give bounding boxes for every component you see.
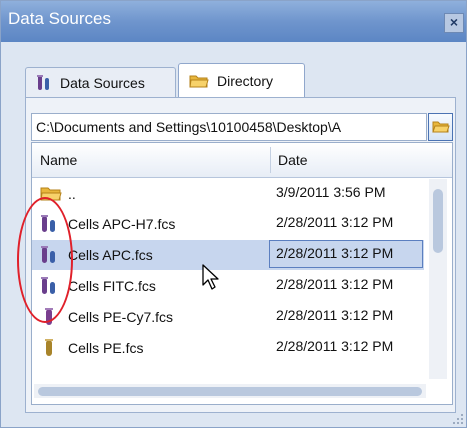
title-bar: Data Sources × <box>1 1 466 42</box>
browse-folder-button[interactable] <box>428 113 453 141</box>
window-title: Data Sources <box>8 9 111 28</box>
tab-label: Data Sources <box>60 74 145 91</box>
horizontal-scrollbar[interactable] <box>34 384 426 398</box>
column-divider[interactable] <box>270 147 271 173</box>
resize-grip-icon[interactable] <box>452 413 464 425</box>
tab-data-sources[interactable]: Data Sources <box>25 67 176 97</box>
horizontal-scroll-thumb[interactable] <box>38 387 422 396</box>
file-date: 3/9/2011 3:56 PM <box>276 184 386 200</box>
vertical-scrollbar[interactable] <box>429 179 447 379</box>
red-circle-annotation <box>17 197 73 323</box>
list-item-selected[interactable]: Cells APC.fcs 2/28/2011 3:12 PM <box>32 240 424 270</box>
single-tube-icon <box>45 339 53 356</box>
list-item[interactable]: Cells APC-H7.fcs 2/28/2011 3:12 PM <box>32 209 424 239</box>
test-tube-icon <box>37 74 49 90</box>
file-name: .. <box>68 186 76 202</box>
list-item[interactable]: .. 3/9/2011 3:56 PM <box>32 179 424 209</box>
folder-open-icon <box>431 121 450 133</box>
close-button[interactable]: × <box>444 13 464 33</box>
folder-icon <box>189 75 209 87</box>
file-name: Cells PE.fcs <box>68 340 144 356</box>
tab-directory[interactable]: Directory <box>178 63 305 97</box>
column-header-name[interactable]: Name <box>40 152 77 168</box>
column-header-date[interactable]: Date <box>278 152 308 168</box>
file-name: Cells FITC.fcs <box>68 278 156 294</box>
mouse-pointer-icon <box>202 264 219 290</box>
close-icon: × <box>449 14 459 30</box>
file-date: 2/28/2011 3:12 PM <box>276 338 394 354</box>
path-field[interactable]: C:\Documents and Settings\10100458\Deskt… <box>31 113 427 141</box>
file-date: 2/28/2011 3:12 PM <box>276 307 394 323</box>
file-name: Cells APC-H7.fcs <box>68 216 176 232</box>
file-list: Name Date .. 3/9/2011 3:56 PM Cells APC-… <box>31 142 453 405</box>
file-name: Cells APC.fcs <box>68 247 153 263</box>
data-sources-panel: Data Sources × Data Sources Directory C:… <box>0 0 467 428</box>
file-date: 2/28/2011 3:12 PM <box>276 214 394 230</box>
file-date: 2/28/2011 3:12 PM <box>276 276 394 292</box>
list-item[interactable]: Cells FITC.fcs 2/28/2011 3:12 PM <box>32 271 424 301</box>
file-date: 2/28/2011 3:12 PM <box>276 245 394 261</box>
list-item[interactable]: Cells PE-Cy7.fcs 2/28/2011 3:12 PM <box>32 302 424 332</box>
file-name: Cells PE-Cy7.fcs <box>68 309 174 325</box>
vertical-scroll-thumb[interactable] <box>433 189 443 253</box>
list-item[interactable]: Cells PE.fcs 2/28/2011 3:12 PM <box>32 333 424 363</box>
list-header: Name Date <box>32 143 452 178</box>
tab-label: Directory <box>217 72 274 89</box>
